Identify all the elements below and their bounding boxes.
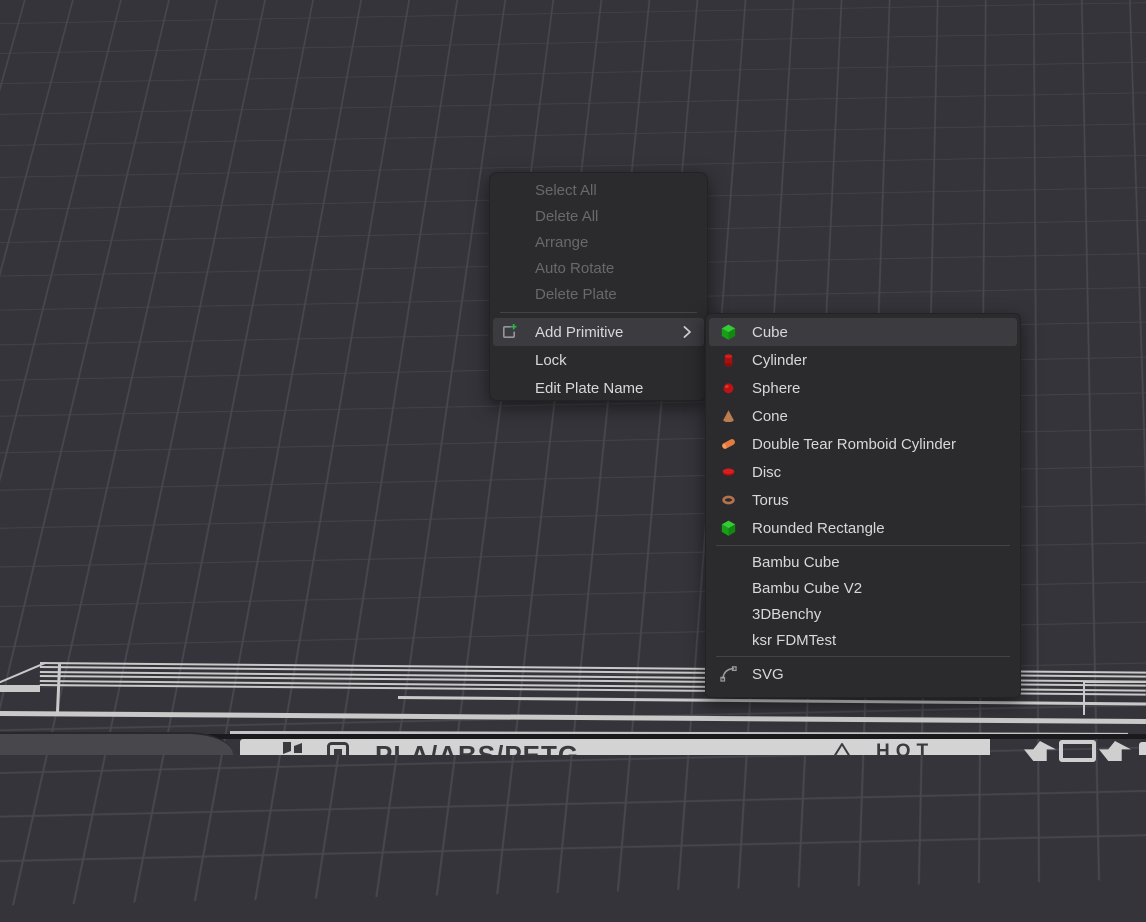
submenu-item-double-tear-romboid-cylinder[interactable]: Double Tear Romboid Cylinder bbox=[709, 430, 1017, 458]
cube-icon bbox=[720, 324, 737, 341]
submenu-item-ksr-fdmtest[interactable]: ksr FDMTest bbox=[709, 627, 1017, 653]
add-primitive-icon bbox=[500, 323, 518, 341]
sphere-icon bbox=[720, 380, 737, 397]
submenu-item-cone[interactable]: Cone bbox=[709, 402, 1017, 430]
menu-separator bbox=[716, 656, 1010, 657]
menu-item-delete-plate[interactable]: Delete Plate bbox=[493, 281, 704, 307]
menu-item-add-primitive[interactable]: Add Primitive bbox=[493, 318, 704, 346]
menu-item-label: Delete All bbox=[535, 208, 598, 225]
submenu-item-rounded-rectangle[interactable]: Rounded Rectangle bbox=[709, 514, 1017, 542]
submenu-item-torus[interactable]: Torus bbox=[709, 486, 1017, 514]
menu-item-label: Arrange bbox=[535, 234, 588, 251]
menu-item-delete-all[interactable]: Delete All bbox=[493, 203, 704, 229]
menu-item-arrange[interactable]: Arrange bbox=[493, 229, 704, 255]
hot-label: HOT bbox=[876, 741, 934, 755]
menu-item-lock[interactable]: Lock bbox=[493, 346, 704, 374]
menu-item-label: Bambu Cube V2 bbox=[752, 580, 862, 597]
menu-item-label: Cone bbox=[752, 408, 788, 425]
add-primitive-submenu: Cube Cylinder Sphere Cone Double Tear Ro… bbox=[705, 313, 1021, 698]
plate-sticker: PLA/ABS/PETG HOT bbox=[240, 739, 990, 755]
menu-separator bbox=[500, 312, 697, 313]
menu-item-label: Lock bbox=[535, 352, 567, 369]
bambu-lab-logo-icon bbox=[280, 742, 306, 755]
submenu-item-3dbenchy[interactable]: 3DBenchy bbox=[709, 601, 1017, 627]
menu-item-auto-rotate[interactable]: Auto Rotate bbox=[493, 255, 704, 281]
plate-name-tab[interactable] bbox=[0, 732, 233, 755]
submenu-chevron-icon bbox=[682, 325, 692, 339]
submenu-item-bambu-cube-v2[interactable]: Bambu Cube V2 bbox=[709, 575, 1017, 601]
square-brand-logo-icon bbox=[326, 742, 350, 755]
menu-item-label: Cube bbox=[752, 324, 788, 341]
menu-item-label: 3DBenchy bbox=[752, 606, 821, 623]
menu-item-label: Torus bbox=[752, 492, 789, 509]
menu-item-label: Delete Plate bbox=[535, 286, 617, 303]
menu-item-label: Rounded Rectangle bbox=[752, 520, 885, 537]
hot-surface-warning-icon bbox=[828, 742, 856, 755]
submenu-item-disc[interactable]: Disc bbox=[709, 458, 1017, 486]
menu-item-label: Edit Plate Name bbox=[535, 380, 643, 397]
menu-item-label: SVG bbox=[752, 666, 784, 683]
plate-sticker-fragment bbox=[1139, 742, 1146, 755]
submenu-item-svg[interactable]: SVG bbox=[709, 660, 1017, 688]
svg-curve-icon bbox=[720, 666, 737, 683]
submenu-item-cube[interactable]: Cube bbox=[709, 318, 1017, 346]
plate-context-menu: Select All Delete All Arrange Auto Rotat… bbox=[489, 172, 708, 401]
romboid-cylinder-icon bbox=[720, 436, 737, 453]
menu-item-edit-plate-name[interactable]: Edit Plate Name bbox=[493, 374, 704, 402]
submenu-item-bambu-cube[interactable]: Bambu Cube bbox=[709, 549, 1017, 575]
plate-corner-line bbox=[1083, 681, 1085, 715]
menu-item-label: Sphere bbox=[752, 380, 800, 397]
rounded-rectangle-icon bbox=[720, 520, 737, 537]
plate-edge-block bbox=[0, 685, 40, 692]
menu-item-label: Cylinder bbox=[752, 352, 807, 369]
menu-item-label: Double Tear Romboid Cylinder bbox=[752, 436, 956, 453]
menu-item-label: Auto Rotate bbox=[535, 260, 614, 277]
menu-item-select-all[interactable]: Select All bbox=[493, 177, 704, 203]
menu-item-label: Add Primitive bbox=[535, 324, 623, 341]
submenu-item-cylinder[interactable]: Cylinder bbox=[709, 346, 1017, 374]
menu-item-label: Select All bbox=[535, 182, 597, 199]
handle-outline-icon bbox=[1059, 740, 1096, 762]
menu-item-label: Bambu Cube bbox=[752, 554, 840, 571]
cone-icon bbox=[720, 408, 737, 425]
cylinder-icon bbox=[720, 352, 737, 369]
submenu-item-sphere[interactable]: Sphere bbox=[709, 374, 1017, 402]
torus-icon bbox=[720, 492, 737, 509]
disc-icon bbox=[720, 464, 737, 481]
menu-item-label: Disc bbox=[752, 464, 781, 481]
plate-corner-line bbox=[1083, 681, 1146, 683]
plate-material-label: PLA/ABS/PETG bbox=[375, 740, 579, 755]
menu-item-label: ksr FDMTest bbox=[752, 632, 836, 649]
menu-separator bbox=[716, 545, 1010, 546]
